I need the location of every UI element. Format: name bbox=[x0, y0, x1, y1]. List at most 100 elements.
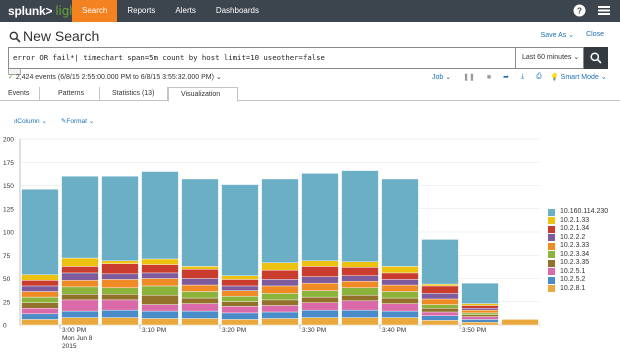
export-icon[interactable]: ⤓ bbox=[521, 73, 524, 81]
chart-type-menu[interactable]: ılColumn ⌄ bbox=[14, 117, 47, 125]
chevron-down-icon[interactable]: ⌄ bbox=[216, 74, 222, 81]
legend-swatch bbox=[548, 259, 555, 267]
y-tick-label: 100 bbox=[3, 230, 14, 237]
legend-swatch bbox=[548, 234, 555, 242]
bar-segment bbox=[381, 297, 419, 304]
tab-statistics[interactable]: Statistics (13) bbox=[100, 87, 168, 101]
bar-segment bbox=[101, 176, 139, 262]
job-label: Job bbox=[432, 74, 444, 81]
bar-segment bbox=[461, 312, 499, 315]
bar-segment bbox=[141, 272, 179, 279]
x-tick-sublabel: Mon Jun 8 bbox=[62, 335, 93, 342]
bar-segment bbox=[181, 278, 219, 286]
search-icon bbox=[590, 52, 602, 64]
bar-segment bbox=[461, 309, 499, 314]
legend-item[interactable]: 10.2.1.34 bbox=[548, 225, 608, 234]
legend-label: 10.160.114.230 bbox=[560, 208, 609, 215]
nav-alerts[interactable]: Alerts bbox=[165, 0, 205, 22]
tab-events[interactable]: Events bbox=[0, 87, 40, 101]
time-range-label: Last 60 minutes bbox=[522, 54, 572, 61]
nav-search[interactable]: Search bbox=[72, 0, 118, 22]
bar-segment bbox=[101, 260, 139, 264]
bar-segment bbox=[301, 290, 339, 298]
bar-segment bbox=[381, 266, 419, 274]
legend-label: 10.2.5.1 bbox=[560, 267, 586, 275]
hamburger-menu-icon[interactable] bbox=[598, 4, 610, 17]
bar-segment bbox=[301, 302, 339, 311]
bar-segment bbox=[341, 309, 379, 318]
bar-segment bbox=[21, 274, 59, 281]
legend-label: 10.2.3.35 bbox=[560, 259, 590, 266]
legend-item[interactable]: 10.2.8.1 bbox=[548, 285, 608, 294]
checkmark-icon: ✓ bbox=[8, 74, 14, 81]
bar-segment bbox=[141, 285, 179, 296]
bar-segment bbox=[141, 318, 179, 326]
share-icon[interactable]: ➦ bbox=[503, 73, 509, 81]
search-mode-menu[interactable]: 💡 Smart Mode ⌄ bbox=[550, 73, 607, 81]
nav-dashboards[interactable]: Dashboards bbox=[206, 0, 269, 22]
bar-segment bbox=[101, 279, 139, 288]
top-navigation-bar: splunk> light Search Reports Alerts Dash… bbox=[0, 0, 620, 22]
nav-reports[interactable]: Reports bbox=[117, 0, 165, 22]
bar-segment bbox=[381, 303, 419, 312]
bar-segment bbox=[181, 178, 219, 267]
close-button[interactable]: Close bbox=[586, 31, 604, 39]
bar-segment bbox=[101, 273, 139, 280]
splunk-logo[interactable]: splunk> light bbox=[8, 4, 81, 18]
pause-icon[interactable]: ❚❚ bbox=[463, 73, 475, 81]
bar-segment bbox=[341, 287, 379, 296]
bar-segment bbox=[21, 313, 59, 320]
y-tick-label: 175 bbox=[3, 160, 14, 167]
bar-segment bbox=[61, 272, 99, 281]
tab-patterns[interactable]: Patterns bbox=[40, 87, 100, 101]
bar-segment bbox=[381, 272, 419, 280]
bar-segment bbox=[61, 176, 99, 259]
bar-segment bbox=[381, 279, 419, 286]
time-range-picker[interactable]: Last 60 minutes ⌄ bbox=[516, 47, 584, 69]
logo-word: splunk> bbox=[8, 4, 53, 18]
bar-segment bbox=[221, 312, 259, 320]
page-title: New Search bbox=[23, 28, 100, 44]
legend-label: 10.2.2.2 bbox=[560, 233, 586, 241]
legend-item[interactable]: 10.2.1.33 bbox=[548, 217, 608, 226]
legend-item[interactable]: 10.2.3.35 bbox=[548, 259, 608, 268]
x-tick-label: 3:20 PM bbox=[222, 327, 246, 334]
print-icon[interactable]: ⎙ bbox=[536, 73, 542, 81]
y-tick-label: 50 bbox=[3, 276, 11, 283]
legend-item[interactable]: 10.2.5.2 bbox=[548, 276, 608, 285]
search-submit-button[interactable] bbox=[584, 47, 608, 69]
bar-segment bbox=[21, 285, 59, 292]
bar-segment bbox=[261, 299, 299, 306]
bar-segment bbox=[101, 317, 139, 326]
tab-visualization[interactable]: Visualization bbox=[168, 87, 238, 102]
bar-segment bbox=[341, 170, 379, 262]
bar-segment bbox=[141, 278, 179, 287]
legend-label: 10.2.8.1 bbox=[560, 284, 586, 292]
question-circle-icon[interactable]: ? bbox=[573, 4, 586, 17]
legend-item[interactable]: 10.2.5.1 bbox=[548, 268, 608, 277]
job-menu[interactable]: Job ⌄ bbox=[432, 73, 451, 81]
bar-segment bbox=[261, 293, 299, 301]
legend-item[interactable]: 10.2.3.33 bbox=[548, 242, 608, 251]
bar-segment bbox=[221, 279, 259, 287]
legend-swatch bbox=[548, 225, 555, 233]
legend-item[interactable]: 10.2.2.2 bbox=[548, 234, 608, 243]
legend-swatch bbox=[548, 208, 555, 216]
bar-segment bbox=[381, 178, 419, 267]
bar-segment bbox=[21, 302, 59, 309]
bar-segment bbox=[61, 280, 99, 288]
format-menu[interactable]: ✎Format ⌄ bbox=[61, 117, 94, 125]
visualization-controls: ılColumn ⌄ ✎Format ⌄ bbox=[14, 117, 94, 125]
stop-icon[interactable]: ■ bbox=[487, 74, 491, 81]
bar-segment bbox=[301, 276, 339, 284]
legend-item[interactable]: 10.2.3.34 bbox=[548, 251, 608, 260]
bar-segment bbox=[301, 309, 339, 318]
y-tick-label: 200 bbox=[3, 137, 14, 144]
header-actions: Save As ⌄ Close bbox=[541, 31, 604, 39]
search-input[interactable]: error OR fail*| timechart span=5m count … bbox=[8, 47, 516, 69]
y-tick-label: 125 bbox=[3, 206, 14, 213]
save-as-menu[interactable]: Save As ⌄ bbox=[541, 31, 575, 39]
legend-item[interactable]: 10.160.114.230 bbox=[548, 208, 608, 217]
legend-swatch bbox=[548, 276, 555, 284]
bar-segment bbox=[141, 258, 179, 265]
